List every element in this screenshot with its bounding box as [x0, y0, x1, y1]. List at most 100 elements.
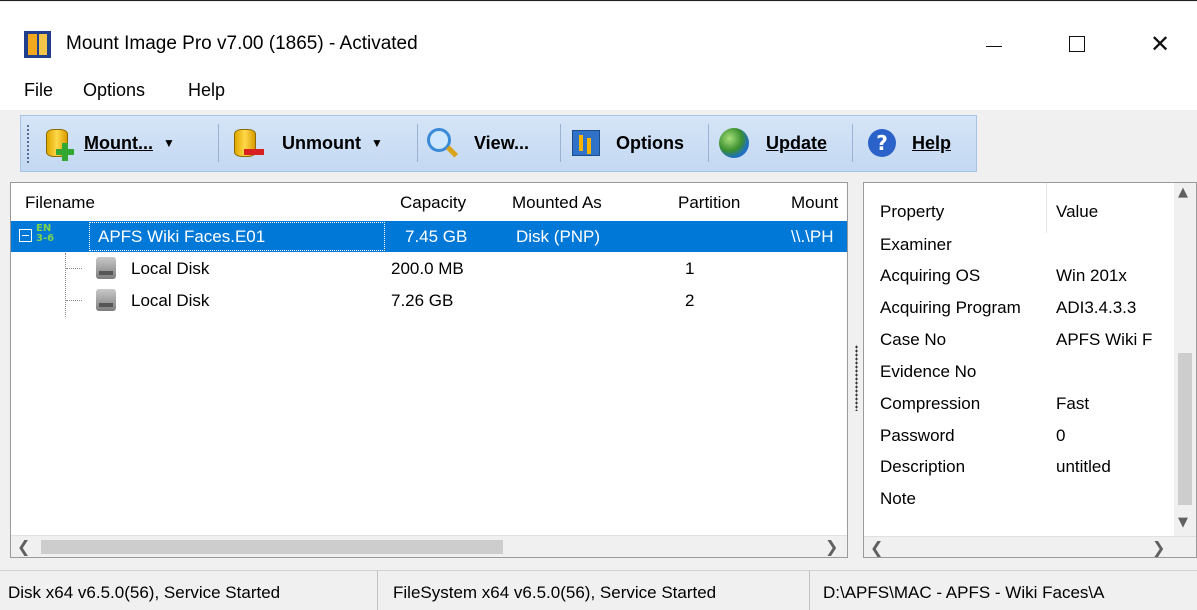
toolbar-separator	[218, 124, 219, 162]
horizontal-scrollbar[interactable]: ❮ ❯	[864, 536, 1196, 557]
cell-capacity: 7.26 GB	[391, 291, 454, 310]
minimize-icon	[986, 45, 1002, 47]
vertical-scrollbar[interactable]: ▲ ▼	[1174, 183, 1196, 536]
help-button[interactable]: ? Help	[864, 121, 951, 165]
pane-splitter[interactable]	[850, 182, 862, 558]
close-button[interactable]: ✕	[1128, 19, 1192, 69]
status-filesystem: FileSystem x64 v6.5.0(56), Service Start…	[385, 571, 810, 610]
mount-button[interactable]: Mount... ▼	[40, 121, 175, 165]
unmount-label: Unmount	[282, 132, 361, 153]
globe-update-icon	[716, 125, 752, 161]
scroll-right-icon[interactable]: ❯	[1152, 538, 1165, 557]
property-row[interactable]: Acquiring Program ADI3.4.3.3	[864, 294, 1174, 325]
property-row[interactable]: Password 0	[864, 422, 1174, 453]
toolbar-grip[interactable]	[26, 124, 30, 164]
property-row[interactable]: Case No APFS Wiki F	[864, 326, 1174, 357]
partition-row[interactable]: Local Disk 7.26 GB 2	[11, 285, 847, 316]
database-remove-icon	[228, 125, 264, 161]
close-icon: ✕	[1149, 30, 1171, 58]
title-bar[interactable]: Mount Image Pro v7.00 (1865) - Activated…	[0, 2, 1197, 70]
properties-list[interactable]: Property Value Examiner Acquiring OS Win…	[863, 182, 1197, 558]
scroll-up-icon[interactable]: ▲	[1178, 185, 1188, 200]
scroll-right-icon[interactable]: ❯	[825, 537, 838, 556]
options-button[interactable]: Options	[568, 121, 684, 165]
scroll-down-icon[interactable]: ▼	[1178, 515, 1188, 530]
property-value: Fast	[1056, 394, 1090, 413]
horizontal-scrollbar[interactable]: ❮ ❯	[11, 535, 847, 557]
property-name: Note	[880, 489, 916, 508]
column-mount[interactable]: Mount	[791, 193, 838, 213]
toolbar-separator	[708, 124, 709, 162]
mount-label: Mount...	[84, 132, 153, 153]
property-value: 0	[1056, 426, 1066, 445]
column-capacity[interactable]: Capacity	[400, 193, 466, 213]
property-row[interactable]: Compression Fast	[864, 390, 1174, 421]
scroll-left-icon[interactable]: ❮	[17, 537, 30, 556]
view-label: View...	[474, 132, 530, 153]
mounted-images-list[interactable]: Filename Capacity Mounted As Partition M…	[10, 182, 848, 558]
e01-image-icon: EN 3-6	[36, 223, 55, 244]
toolbar: Mount... ▼ Unmount ▼ View... Options Upd…	[0, 110, 1197, 179]
cell-filename: Local Disk	[131, 259, 210, 278]
list-header: Filename Capacity Mounted As Partition M…	[11, 183, 847, 219]
property-name: Password	[880, 426, 955, 445]
splitter-grip[interactable]	[855, 345, 858, 411]
scrollbar-thumb[interactable]	[1178, 353, 1192, 505]
property-value: APFS Wiki F	[1056, 330, 1153, 349]
column-value[interactable]: Value	[1056, 202, 1098, 222]
image-row-selected[interactable]: EN 3-6 APFS Wiki Faces.E01 7.45 GB Disk (…	[11, 221, 847, 252]
toolbar-separator	[560, 124, 561, 162]
collapse-icon[interactable]	[19, 229, 32, 242]
column-divider[interactable]	[1046, 183, 1047, 233]
database-add-icon	[40, 125, 76, 161]
property-name: Description	[880, 457, 966, 476]
window-title: Mount Image Pro v7.00 (1865) - Activated	[66, 33, 418, 54]
app-logo-icon	[24, 31, 51, 58]
menu-options[interactable]: Options	[83, 80, 145, 101]
property-value: ADI3.4.3.3	[1056, 298, 1137, 317]
property-name: Case No	[880, 330, 947, 349]
cell-capacity: 7.45 GB	[405, 227, 468, 246]
options-label: Options	[616, 132, 684, 153]
partition-row[interactable]: Local Disk 200.0 MB 1	[11, 253, 847, 284]
property-row[interactable]: Evidence No	[864, 358, 1174, 389]
column-partition[interactable]: Partition	[678, 193, 740, 213]
status-disk: Disk x64 v6.5.0(56), Service Started	[0, 571, 378, 610]
property-row[interactable]: Note	[864, 485, 1174, 516]
status-path: D:\APFS\MAC - APFS - Wiki Faces\A	[815, 571, 1185, 610]
update-button[interactable]: Update	[716, 121, 827, 165]
maximize-icon	[1069, 36, 1085, 52]
property-name: Examiner	[880, 235, 952, 254]
property-name: Compression	[880, 394, 981, 413]
minimize-button[interactable]	[962, 19, 1026, 69]
unmount-button[interactable]: Unmount ▼	[228, 121, 383, 165]
property-row[interactable]: Acquiring OS Win 201x	[864, 262, 1174, 293]
property-value: untitled	[1056, 457, 1111, 476]
scroll-left-icon[interactable]: ❮	[870, 538, 883, 557]
column-property[interactable]: Property	[880, 202, 944, 222]
view-button[interactable]: View...	[424, 121, 529, 165]
maximize-button[interactable]	[1045, 19, 1109, 69]
help-label: Help	[912, 132, 952, 153]
cell-mount: \\.\PH	[791, 227, 834, 246]
app-window: Mount Image Pro v7.00 (1865) - Activated…	[0, 0, 1197, 610]
property-name: Evidence No	[880, 362, 977, 381]
scrollbar-thumb[interactable]	[41, 540, 503, 554]
column-mounted-as[interactable]: Mounted As	[512, 193, 602, 213]
property-row[interactable]: Description untitled	[864, 453, 1174, 484]
cell-partition: 1	[685, 259, 695, 278]
status-disk-text: Disk x64 v6.5.0(56), Service Started	[8, 583, 281, 602]
menu-help[interactable]: Help	[188, 80, 225, 101]
menu-file[interactable]: File	[24, 80, 53, 101]
unmount-dropdown-arrow-icon[interactable]: ▼	[371, 136, 383, 150]
column-filename[interactable]: Filename	[25, 193, 95, 213]
status-bar: Disk x64 v6.5.0(56), Service Started Fil…	[0, 570, 1197, 610]
cell-partition: 2	[685, 291, 695, 310]
mount-dropdown-arrow-icon[interactable]: ▼	[163, 136, 175, 150]
cell-filename: APFS Wiki Faces.E01	[98, 227, 266, 246]
local-disk-icon	[96, 289, 116, 311]
property-row[interactable]: Examiner	[864, 231, 1174, 262]
property-value: Win 201x	[1056, 266, 1127, 285]
magnifier-icon	[424, 125, 460, 161]
help-icon: ?	[864, 125, 900, 161]
